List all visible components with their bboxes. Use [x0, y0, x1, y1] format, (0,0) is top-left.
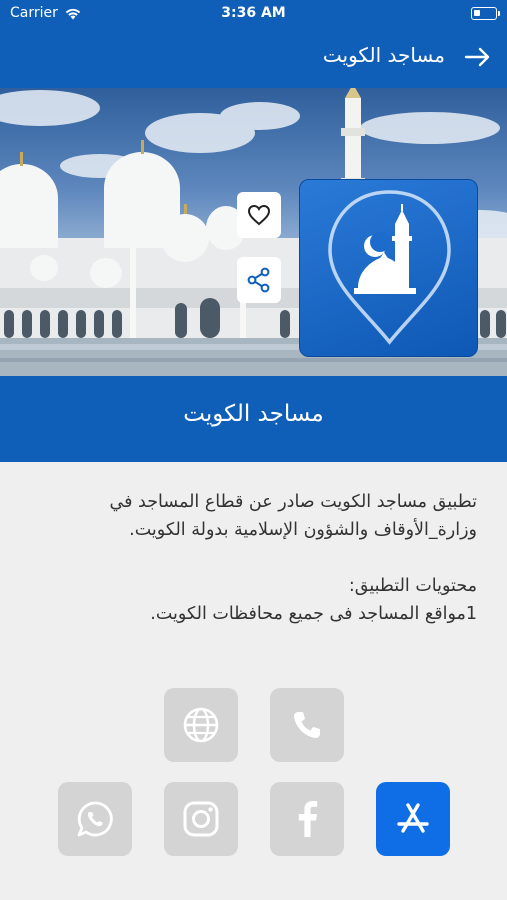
contents-heading: محتويات التطبيق:: [348, 576, 477, 596]
app-icon: [299, 179, 478, 357]
status-time: 3:36 AM: [221, 5, 286, 21]
app-store-icon: [397, 803, 429, 833]
heart-icon: [247, 204, 271, 226]
nav-bar: مساجد الكويت: [0, 27, 507, 88]
phone-button[interactable]: [270, 688, 344, 762]
mosque-pin-icon: [328, 190, 451, 345]
facebook-icon: [298, 801, 318, 837]
share-icon: [247, 267, 270, 293]
facebook-button[interactable]: [270, 782, 344, 856]
contents-item: 1مواقع المساجد فى جميع محافظات الكويت.: [150, 604, 477, 624]
description-paragraph: تطبيق مساجد الكويت صادر عن قطاع المساجد …: [109, 492, 478, 540]
phone-icon: [294, 712, 320, 738]
website-button[interactable]: [164, 688, 238, 762]
globe-icon: [183, 707, 219, 743]
battery-icon: [471, 7, 500, 20]
instagram-icon: [183, 801, 219, 837]
share-button[interactable]: [237, 257, 281, 303]
arrow-right-icon[interactable]: [463, 45, 493, 69]
app-description: تطبيق مساجد الكويت صادر عن قطاع المساجد …: [37, 488, 478, 628]
app-store-button[interactable]: [376, 782, 450, 856]
favorite-button[interactable]: [237, 192, 281, 238]
whatsapp-icon: [77, 801, 113, 837]
nav-title: مساجد الكويت: [322, 43, 445, 67]
instagram-button[interactable]: [164, 782, 238, 856]
title-band: مساجد الكويت: [0, 376, 507, 462]
app-title: مساجد الكويت: [183, 401, 324, 427]
whatsapp-button[interactable]: [58, 782, 132, 856]
status-bar: Carrier 3:36 AM: [0, 0, 507, 27]
